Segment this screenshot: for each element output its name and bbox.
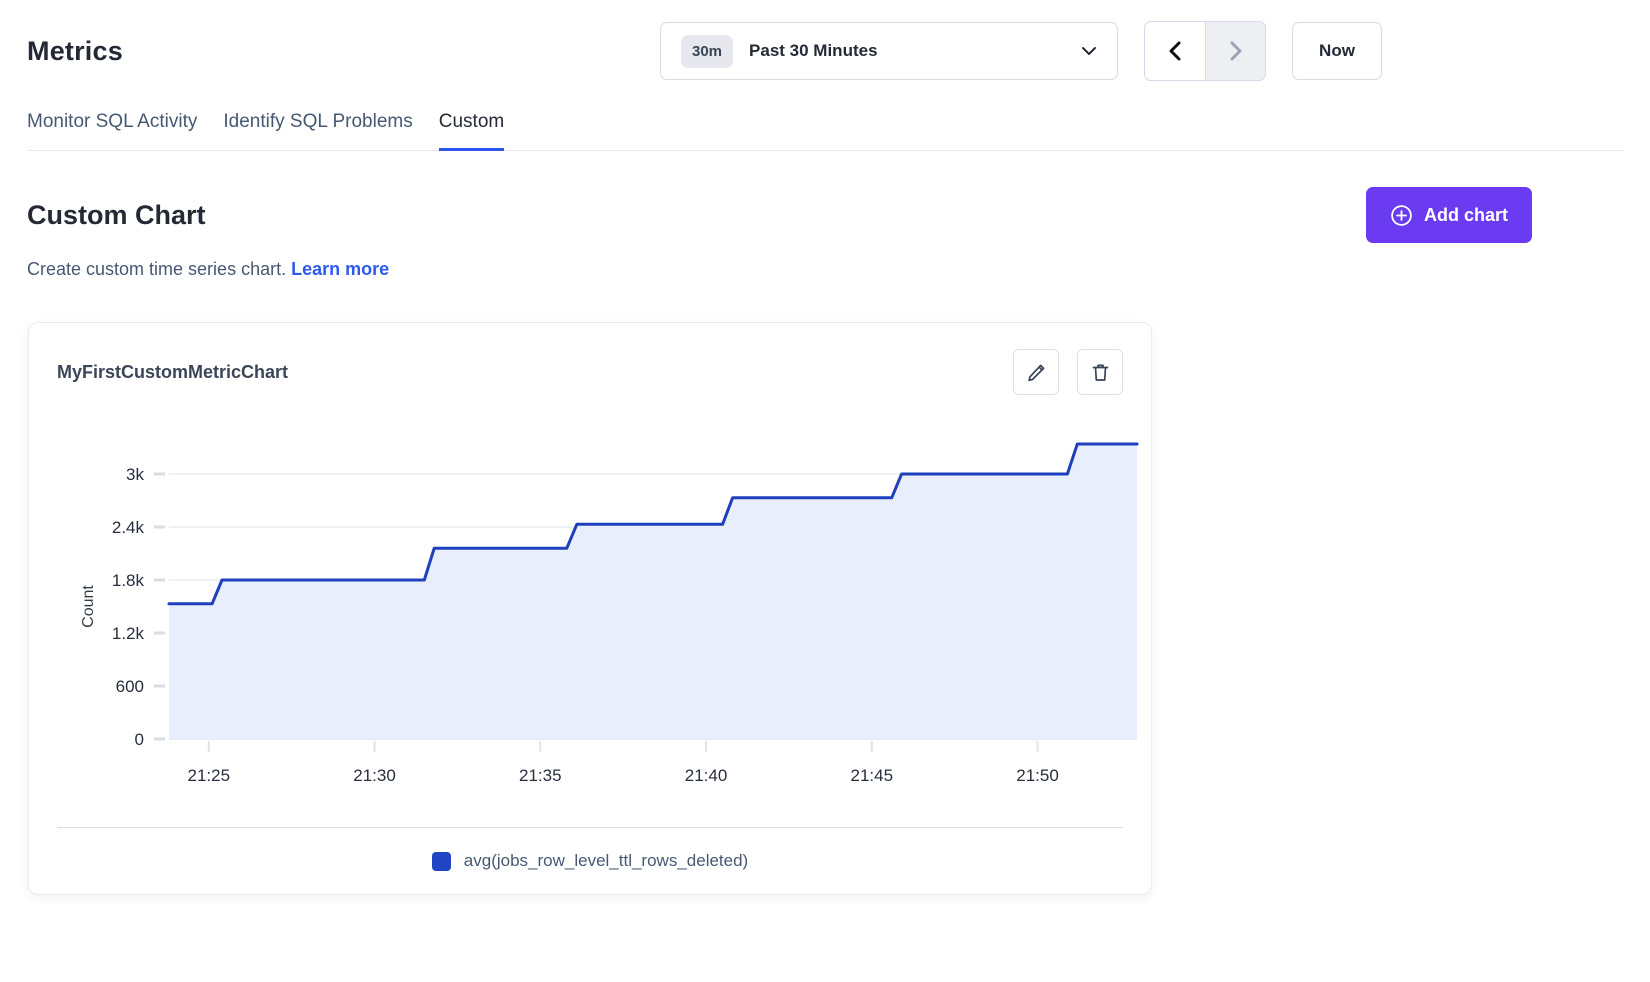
tab-custom[interactable]: Custom — [439, 111, 504, 151]
series-area — [169, 444, 1137, 739]
x-tick-label: 21:35 — [519, 766, 562, 785]
x-tick-label: 21:40 — [685, 766, 728, 785]
chart-card-header: MyFirstCustomMetricChart — [29, 323, 1151, 399]
chevron-left-icon — [1166, 40, 1184, 62]
now-button[interactable]: Now — [1292, 22, 1382, 80]
custom-chart-svg[interactable]: 0 600 1.2k 1.8k 2.4k 3k 21:25 21:30 21:35 21:40 21… — [29, 409, 1151, 809]
section-description-text: Create custom time series chart. — [27, 259, 286, 279]
next-time-button[interactable] — [1205, 22, 1265, 80]
time-range-label: Past 30 Minutes — [749, 41, 1081, 61]
y-axis-title: Count — [80, 585, 97, 628]
pencil-icon — [1026, 362, 1047, 383]
add-chart-label: Add chart — [1424, 205, 1508, 226]
y-tick-label: 0 — [135, 730, 144, 749]
custom-chart-card: MyFirstCustomMetricChart — [28, 322, 1152, 895]
chart-actions — [1013, 349, 1123, 395]
chevron-down-icon — [1081, 46, 1097, 56]
add-chart-button[interactable]: Add chart — [1366, 187, 1532, 243]
plus-circle-icon — [1390, 204, 1413, 227]
page-header: Metrics 30m Past 30 Minutes Now — [0, 0, 1650, 81]
page-title: Metrics — [27, 36, 123, 67]
y-tick-label: 1.2k — [112, 624, 145, 643]
x-tick-label: 21:45 — [851, 766, 894, 785]
y-tick-label: 2.4k — [112, 518, 145, 537]
tab-monitor-sql-activity[interactable]: Monitor SQL Activity — [27, 111, 197, 151]
time-range-dropdown[interactable]: 30m Past 30 Minutes — [660, 22, 1118, 80]
tab-identify-sql-problems[interactable]: Identify SQL Problems — [223, 111, 412, 151]
tabs-bar: Monitor SQL Activity Identify SQL Proble… — [27, 111, 1623, 151]
time-range-badge: 30m — [681, 35, 733, 68]
trash-icon — [1090, 362, 1111, 383]
section-description: Create custom time series chart.Learn mo… — [27, 259, 1650, 280]
chart-title: MyFirstCustomMetricChart — [57, 362, 288, 383]
learn-more-link[interactable]: Learn more — [291, 259, 389, 279]
chart-area: 0 600 1.2k 1.8k 2.4k 3k 21:25 21:30 21:35 21:40 21… — [29, 399, 1151, 809]
time-nav-group — [1144, 21, 1266, 81]
y-tick-label: 3k — [126, 465, 144, 484]
edit-chart-button[interactable] — [1013, 349, 1059, 395]
y-tick-label: 600 — [116, 677, 144, 696]
legend-swatch — [432, 852, 451, 871]
prev-time-button[interactable] — [1145, 22, 1205, 80]
time-controls: 30m Past 30 Minutes Now — [660, 21, 1382, 81]
legend-label: avg(jobs_row_level_ttl_rows_deleted) — [464, 851, 748, 871]
section-header: Custom Chart Add chart — [0, 151, 1650, 243]
section-heading: Custom Chart — [27, 200, 206, 231]
x-tick-label: 21:50 — [1016, 766, 1059, 785]
y-tick-label: 1.8k — [112, 571, 145, 590]
x-tick-label: 21:30 — [353, 766, 396, 785]
x-tick-label: 21:25 — [188, 766, 231, 785]
delete-chart-button[interactable] — [1077, 349, 1123, 395]
chart-legend: avg(jobs_row_level_ttl_rows_deleted) — [29, 828, 1151, 894]
chevron-right-icon — [1227, 40, 1245, 62]
